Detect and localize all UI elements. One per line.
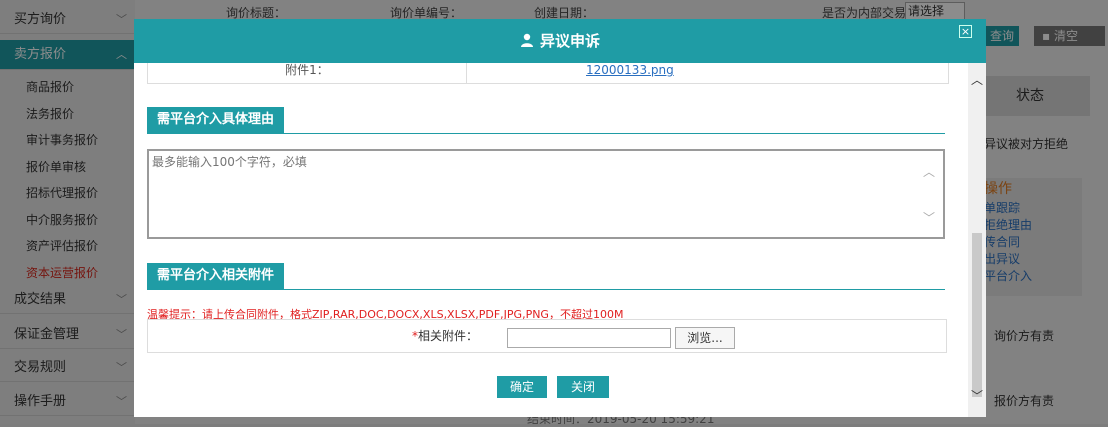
- textarea-scroll-down-icon[interactable]: ﹀: [923, 209, 935, 226]
- attachment-label: 附件1：: [285, 63, 329, 77]
- dialog-title-text: 异议申诉: [539, 32, 600, 50]
- file-label-text: 相关附件：: [417, 329, 478, 343]
- file-label: *相关附件：: [148, 320, 478, 352]
- attachment-row: 附件1： 12000133.png: [147, 63, 949, 84]
- appeal-dialog: 异议申诉 × 附件1： 12000133.png 需平台介入具体理由 ︿ ﹀ 需…: [134, 19, 986, 417]
- reason-textarea[interactable]: [147, 149, 945, 239]
- textarea-scroll-up-icon[interactable]: ︿: [923, 163, 935, 180]
- browse-button[interactable]: 浏览...: [675, 327, 735, 349]
- reason-section-title: 需平台介入具体理由: [147, 107, 945, 134]
- attachment-section-title: 需平台介入相关附件: [147, 263, 945, 290]
- file-upload-row: *相关附件： 浏览...: [147, 319, 947, 353]
- file-path-input[interactable]: [507, 328, 671, 348]
- reason-section-label: 需平台介入具体理由: [147, 107, 285, 133]
- scroll-thumb[interactable]: [972, 233, 982, 397]
- dialog-body: 附件1： 12000133.png 需平台介入具体理由 ︿ ﹀ 需平台介入相关附…: [134, 63, 968, 417]
- user-icon: [520, 33, 533, 47]
- dialog-title: 异议申诉: [134, 19, 986, 63]
- dialog-header: 异议申诉 ×: [134, 19, 986, 63]
- close-icon[interactable]: ×: [959, 25, 972, 38]
- divider: [466, 63, 467, 83]
- chevron-up-icon[interactable]: ︿: [970, 73, 984, 87]
- close-button[interactable]: 关闭: [557, 376, 609, 398]
- attachment-section-label: 需平台介入相关附件: [147, 263, 285, 289]
- attachment-file-link[interactable]: 12000133.png: [586, 63, 674, 77]
- chevron-down-icon[interactable]: ﹀: [970, 389, 984, 403]
- confirm-button[interactable]: 确定: [497, 376, 547, 398]
- dialog-scrollbar[interactable]: ︿ ﹀: [968, 63, 986, 417]
